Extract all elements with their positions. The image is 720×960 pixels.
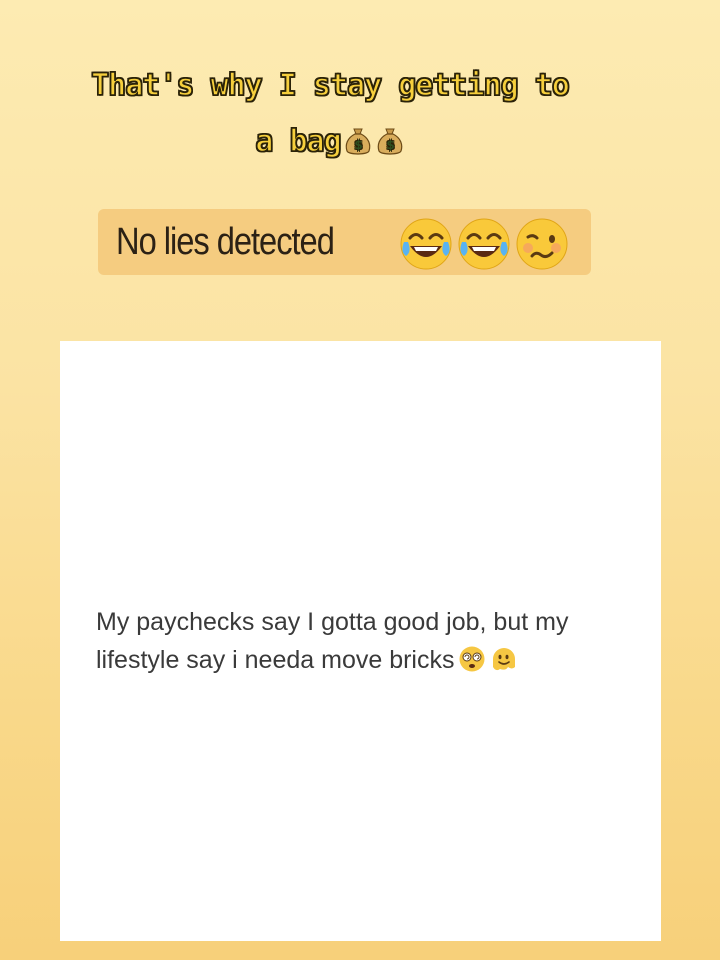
banner-text: No lies detected: [116, 220, 335, 263]
caption: That's why I stay getting to a bag $ $: [20, 58, 640, 170]
caption-line-2-text: a bag: [255, 123, 343, 160]
caption-line-2: a bag $ $: [20, 114, 640, 170]
svg-text:$: $: [386, 138, 394, 152]
money-bag-icon: $: [377, 128, 402, 155]
tears-of-joy-emoji: [400, 218, 452, 270]
dizzy-face-emoji: [459, 646, 485, 672]
woozy-face-emoji: [516, 218, 568, 270]
post-card: My paychecks say I gotta good job, but m…: [60, 341, 661, 941]
svg-text:$: $: [354, 138, 362, 152]
post-text-block: My paychecks say I gotta good job, but m…: [96, 603, 636, 679]
melting-face-emoji: [493, 648, 516, 671]
caption-line-1: That's why I stay getting to: [90, 67, 570, 104]
tears-of-joy-emoji: [458, 218, 510, 270]
money-bag-icon: $: [345, 128, 370, 155]
banner-emoji-row: [398, 216, 570, 272]
